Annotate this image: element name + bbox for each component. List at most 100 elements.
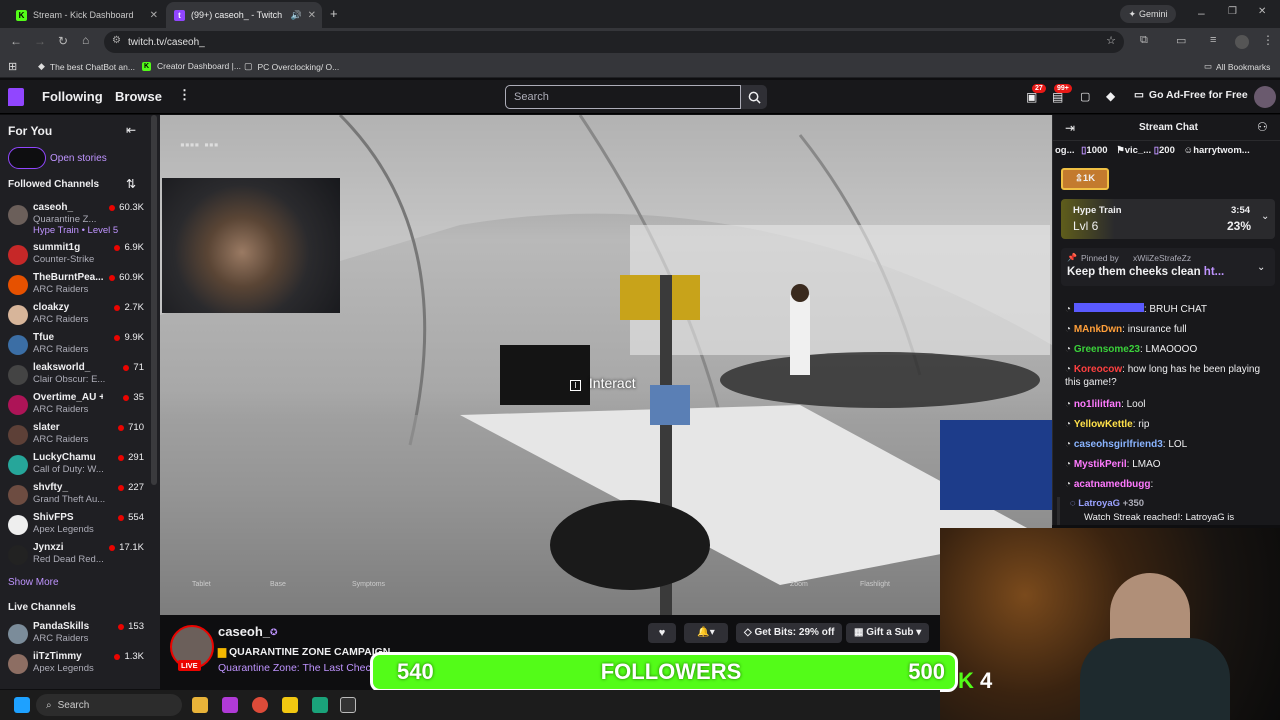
chevron-down-icon[interactable]: ⌄	[1261, 211, 1269, 222]
taskbar-search[interactable]: ⌕ Search	[36, 694, 182, 716]
video-player[interactable]: I Interact ▪▪▪▪ ▪▪▪ Tablet Base Symptoms…	[160, 115, 1052, 615]
extensions-icon[interactable]: ⧉	[1140, 34, 1148, 47]
pinned-message[interactable]: 📌 Pinned by xWiiZeStrafeZz Keep them che…	[1061, 248, 1275, 286]
channel-row[interactable]: Jynxzi Red Dead Red... 17.1K	[0, 541, 152, 571]
whispers-icon[interactable]: ▢	[1080, 90, 1090, 103]
gift-sub-button[interactable]: ▦ Gift a Sub ▾	[846, 623, 930, 643]
windows-start-icon[interactable]	[14, 697, 30, 713]
chat-username[interactable]	[1073, 303, 1144, 312]
sidebar-scrollbar[interactable]	[151, 115, 157, 485]
app-icon[interactable]	[222, 697, 238, 713]
channel-row[interactable]: summit1g Counter-Strike 6.9K	[0, 241, 152, 271]
user-avatar[interactable]	[1254, 86, 1276, 108]
open-stories-link[interactable]: Open stories	[50, 153, 107, 164]
chat-username[interactable]: acatnamedbugg	[1074, 479, 1151, 490]
all-bookmarks[interactable]: ▭ All Bookmarks	[1204, 61, 1270, 72]
menu-kebab-icon[interactable]: ⋮	[1262, 33, 1274, 47]
channel-row[interactable]: iiTzTimmy Apex Legends 1.3K	[0, 650, 152, 680]
browser-toolbar: ← → ↻ ⌂ ⚙ twitch.tv/caseoh_ ☆ ⧉ ▭ ≡ ⋮	[0, 28, 1280, 56]
channel-row[interactable]: ShivFPS Apex Legends 554	[0, 511, 152, 541]
live-dot-icon	[123, 364, 130, 371]
channel-avatar	[8, 545, 28, 565]
chat-username[interactable]: Koreocow	[1074, 364, 1122, 375]
chat-username[interactable]: MystikPeril	[1074, 459, 1127, 470]
close-tab-icon[interactable]: ✕	[308, 10, 316, 21]
live-dot-icon	[118, 484, 125, 491]
show-more-link[interactable]: Show More	[8, 577, 59, 588]
collapse-sidebar-icon[interactable]: ⇤	[126, 123, 136, 137]
chevron-down-icon[interactable]: ⌄	[1257, 262, 1265, 273]
app-icon[interactable]	[312, 697, 328, 713]
search-button[interactable]	[741, 85, 767, 109]
chat-username[interactable]: MAnkDwn	[1074, 324, 1122, 335]
follow-heart-button[interactable]: ♥	[648, 623, 676, 643]
bookmark-chatbot[interactable]: ◆ The best ChatBot an...	[38, 61, 135, 72]
search-input[interactable]: Search	[505, 85, 741, 109]
search-icon: ⌕	[46, 699, 52, 711]
minimize-icon[interactable]: –	[1198, 6, 1205, 20]
tab-twitch[interactable]: t (99+) caseoh_ - Twitch 🔊 ✕	[166, 2, 322, 28]
notifications-bell-button[interactable]: 🔔▾	[684, 623, 728, 643]
chat-username[interactable]: Greensome23	[1074, 344, 1140, 355]
channel-row[interactable]: cloakzy ARC Raiders 2.7K	[0, 301, 152, 331]
chat-username[interactable]: caseohsgirlfriend3	[1074, 439, 1163, 450]
bookmark-star-icon[interactable]: ☆	[1106, 34, 1116, 47]
close-window-icon[interactable]: ✕	[1258, 6, 1266, 17]
notes-icon[interactable]	[282, 697, 298, 713]
back-icon[interactable]: ←	[10, 34, 22, 48]
file-explorer-icon[interactable]	[192, 697, 208, 713]
new-tab-button[interactable]: +	[330, 6, 338, 21]
pinned-link[interactable]: ht...	[1204, 266, 1224, 278]
community-icon[interactable]: ⚇	[1257, 120, 1268, 134]
chat-username[interactable]: no1lilitfan	[1074, 399, 1121, 410]
channel-name: summit1g	[33, 242, 81, 253]
channel-name: Jynxzi	[33, 542, 64, 553]
nav-browse[interactable]: Browse	[115, 89, 162, 104]
get-bits-button[interactable]: ◇ Get Bits: 29% off	[736, 623, 843, 643]
gemini-button[interactable]: ✦ Gemini	[1120, 5, 1176, 23]
collapse-chat-icon[interactable]: ⇥	[1065, 121, 1075, 135]
channel-row[interactable]: shvfty_ Grand Theft Au... 227	[0, 481, 152, 511]
audio-playing-icon[interactable]: 🔊	[291, 10, 302, 21]
sort-icon[interactable]: ⇅	[126, 177, 136, 191]
stories-avatars[interactable]	[8, 147, 46, 169]
channel-row[interactable]: Overtime_AU +1 ARC Raiders 35	[0, 391, 152, 421]
channel-row[interactable]: TheBurntPea... ARC Raiders 60.9K	[0, 271, 152, 301]
bookmark-pc-overclocking[interactable]: ▢ PC Overclocking/ O...	[244, 61, 339, 72]
channel-row[interactable]: PandaSkills ARC Raiders 153	[0, 620, 152, 650]
forward-icon[interactable]: →	[34, 34, 46, 48]
streamer-name[interactable]: caseoh_	[218, 624, 270, 639]
home-icon[interactable]: ⌂	[82, 33, 89, 47]
chrome-icon[interactable]	[252, 697, 268, 713]
bookmark-creator-dashboard[interactable]: K Creator Dashboard |...	[142, 61, 241, 71]
ad-free-button[interactable]: ▭ Go Ad-Free for Free	[1134, 89, 1248, 101]
twitch-logo-icon[interactable]	[8, 88, 24, 106]
channel-row[interactable]: Tfue ARC Raiders 9.9K	[0, 331, 152, 361]
tab-kick-dashboard[interactable]: K Stream - Kick Dashboard ✕	[8, 2, 164, 28]
channel-row[interactable]: leaksworld_ Clair Obscur: E... 71	[0, 361, 152, 391]
maximize-icon[interactable]: ❐	[1228, 6, 1237, 17]
more-kebab-icon[interactable]: ⋮	[178, 87, 191, 103]
nav-following[interactable]: Following	[42, 89, 103, 104]
reload-icon[interactable]: ↻	[58, 34, 68, 48]
chat-username[interactable]: YellowKettle	[1074, 419, 1133, 430]
obs-icon[interactable]	[340, 697, 356, 713]
close-tab-icon[interactable]: ✕	[150, 10, 158, 21]
bits-icon[interactable]: ◆	[1106, 89, 1115, 103]
stream-category[interactable]: Quarantine Zone: The Last Check	[218, 662, 376, 674]
viewer-count: 291	[118, 452, 144, 463]
hype-train-banner[interactable]: Hype Train Lvl 6 3:54 23% ⌄	[1061, 199, 1275, 239]
apps-grid-icon[interactable]: ⊞	[8, 60, 17, 73]
profile-avatar[interactable]	[1235, 35, 1249, 49]
bits-badge[interactable]: ⇫1K	[1061, 168, 1109, 190]
site-info-icon[interactable]: ⚙	[112, 35, 121, 46]
tab-search-icon[interactable]: ≡	[1210, 34, 1216, 46]
channel-row[interactable]: LuckyChamu Call of Duty: W... 291	[0, 451, 152, 481]
address-bar[interactable]: ⚙ twitch.tv/caseoh_ ☆	[104, 31, 1124, 53]
viewer-count: 710	[118, 422, 144, 433]
cast-icon[interactable]: ▭	[1176, 34, 1186, 47]
channel-row[interactable]: caseoh_ Quarantine Z... 60.3K Hype Train • …	[0, 201, 152, 241]
taskbar-search-label: Search	[57, 699, 90, 711]
channel-row[interactable]: slater ARC Raiders 710	[0, 421, 152, 451]
channel-name: slater	[33, 422, 60, 433]
